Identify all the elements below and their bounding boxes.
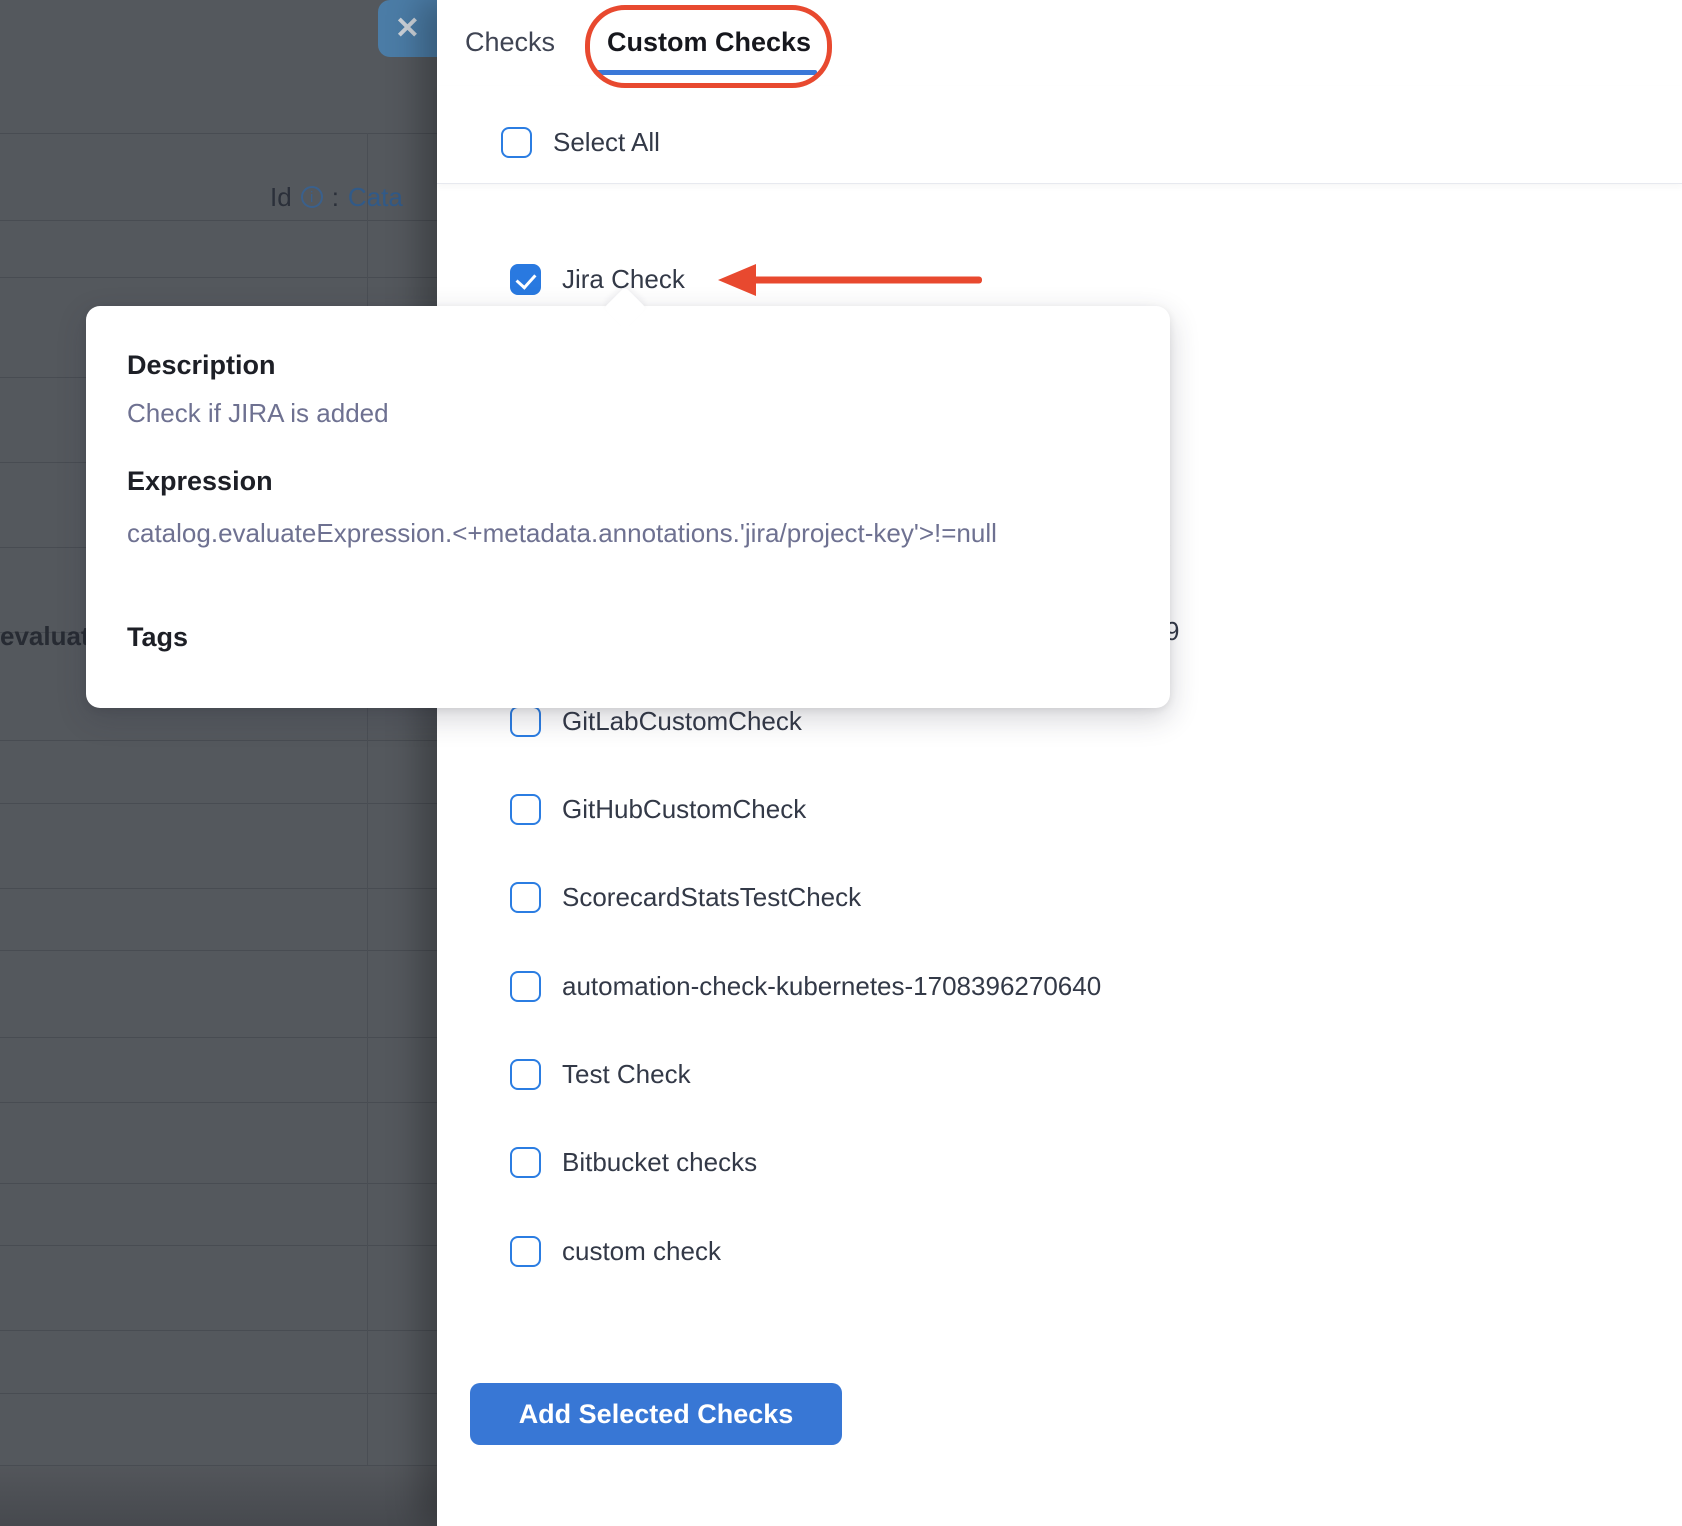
table-row-divider: [0, 1393, 437, 1394]
check-label: ScorecardStatsTestCheck: [562, 882, 861, 913]
description-text: Check if JIRA is added: [127, 398, 389, 429]
check-label: Test Check: [562, 1059, 691, 1090]
check-details-popover: Description Check if JIRA is added Expre…: [86, 306, 1170, 708]
table-row-divider: [0, 740, 437, 741]
custom-checks-drawer: Checks Custom Checks Select All Jira Che…: [437, 0, 1682, 1526]
id-header-label: Id: [270, 182, 292, 213]
add-selected-checks-button[interactable]: Add Selected Checks: [470, 1383, 842, 1445]
table-row-divider: [0, 1102, 437, 1103]
check-row-github[interactable]: GitHubCustomCheck: [510, 788, 806, 830]
check-label: GitHubCustomCheck: [562, 794, 806, 825]
id-colon: :: [332, 182, 339, 213]
close-icon: ✕: [395, 14, 420, 44]
table-row-divider: [0, 1245, 437, 1246]
tab-checks[interactable]: Checks: [465, 0, 555, 85]
table-header-id: Id i : Cata: [270, 182, 403, 212]
select-all-checkbox[interactable]: [501, 127, 532, 158]
jira-check-checkbox[interactable]: [510, 264, 541, 295]
check-row-test[interactable]: Test Check: [510, 1053, 691, 1095]
gitlab-checkbox[interactable]: [510, 706, 541, 737]
check-label: GitLabCustomCheck: [562, 706, 802, 737]
table-row-divider: [0, 377, 86, 378]
check-label: automation-check-kubernetes-170839627064…: [562, 971, 1101, 1002]
drawer-close-button[interactable]: ✕: [378, 0, 437, 57]
table-row-divider: [0, 950, 437, 951]
screen: Id i : Cata evaluat ✕ Checks Custom Chec…: [0, 0, 1682, 1526]
table-footer-band: [0, 1466, 437, 1526]
check-row-jira[interactable]: Jira Check: [510, 258, 685, 300]
description-heading: Description: [127, 350, 276, 381]
info-icon: i: [301, 186, 323, 208]
tags-heading: Tags: [127, 622, 188, 653]
expression-text: catalog.evaluateExpression.<+metadata.an…: [127, 518, 997, 549]
scorecardstats-checkbox[interactable]: [510, 882, 541, 913]
table-row-divider: [0, 133, 437, 134]
table-row-divider: [0, 220, 437, 221]
check-row-custom[interactable]: custom check: [510, 1230, 721, 1272]
check-label: custom check: [562, 1236, 721, 1267]
bitbucket-checkbox[interactable]: [510, 1147, 541, 1178]
table-row-divider: [0, 1183, 437, 1184]
table-row-divider: [0, 1330, 437, 1331]
check-row-bitbucket[interactable]: Bitbucket checks: [510, 1141, 757, 1183]
catalog-link-fragment: Cata: [348, 182, 403, 213]
automation-checkbox[interactable]: [510, 971, 541, 1002]
check-label: Bitbucket checks: [562, 1147, 757, 1178]
test-check-checkbox[interactable]: [510, 1059, 541, 1090]
tabs-bar: Checks Custom Checks: [437, 0, 1682, 87]
table-row-divider: [0, 462, 86, 463]
custom-check-checkbox[interactable]: [510, 1236, 541, 1267]
table-row-divider: [0, 547, 86, 548]
table-row-divider: [0, 1037, 437, 1038]
select-all-row[interactable]: Select All: [437, 86, 1682, 184]
select-all-label: Select All: [553, 127, 660, 158]
table-row-divider: [0, 277, 437, 278]
table-row-divider: [0, 803, 437, 804]
evaluate-text-fragment: evaluat: [0, 621, 100, 652]
check-row-scorecardstats[interactable]: ScorecardStatsTestCheck: [510, 876, 861, 918]
dimmed-background: Id i : Cata evaluat ✕: [0, 0, 437, 1526]
active-tab-underline: [595, 70, 817, 75]
expression-heading: Expression: [127, 466, 273, 497]
check-row-automation[interactable]: automation-check-kubernetes-170839627064…: [510, 965, 1101, 1007]
github-checkbox[interactable]: [510, 794, 541, 825]
table-row-divider: [0, 888, 437, 889]
